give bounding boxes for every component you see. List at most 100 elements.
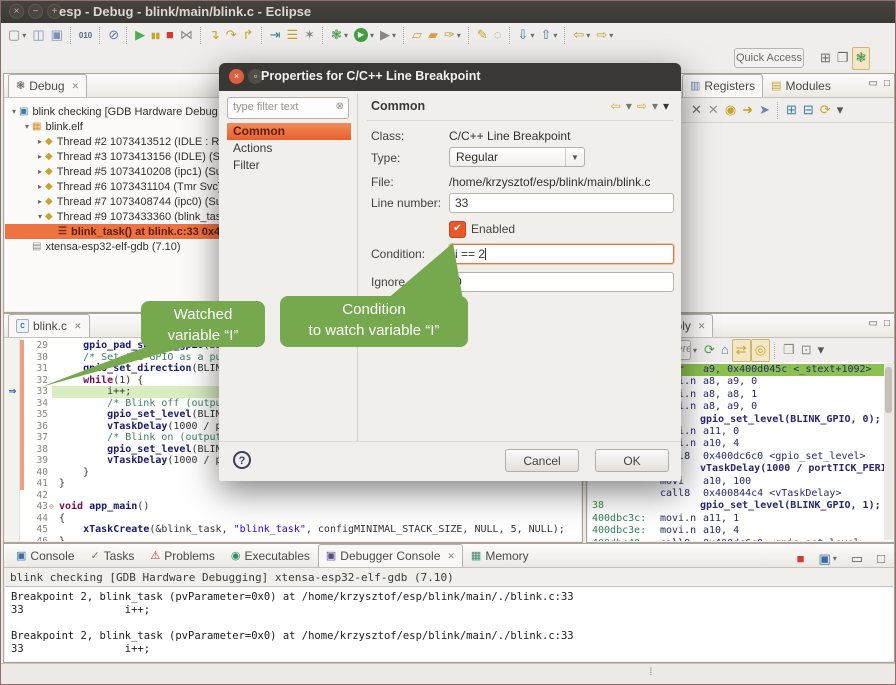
resume-button[interactable]: ▶ (132, 25, 148, 46)
instruction-stepping-button[interactable]: ⇥ (267, 25, 284, 46)
expand-toggle-icon[interactable]: ▸ (35, 197, 45, 206)
debug-perspective-button[interactable]: ❃ (852, 47, 871, 70)
dialog-nav-actions[interactable]: Actions (227, 140, 351, 157)
chevron-down-icon[interactable]: ▾ (609, 31, 613, 40)
dialog-nav-filter[interactable]: Filter (227, 157, 351, 174)
view-menu-button[interactable]: ▾ (815, 340, 828, 361)
save-button[interactable]: ◫ (29, 25, 47, 46)
condition-input[interactable]: i == 2 (449, 244, 674, 264)
close-icon[interactable]: ✕ (447, 551, 455, 562)
dialog-filter-input[interactable]: type filter text ⊗ (227, 97, 349, 119)
tab-tasks[interactable]: ✓Tasks (82, 544, 142, 567)
nav-forward-menu-icon[interactable]: ▾ (652, 99, 658, 113)
collapse-all-button[interactable]: ⊟ (800, 100, 817, 121)
open-new-view-button[interactable]: ❐ (780, 340, 798, 361)
chevron-down-icon[interactable]: ▾ (586, 31, 590, 40)
chevron-down-icon[interactable]: ▾ (530, 31, 534, 40)
terminate-console-button[interactable]: ■ (794, 548, 808, 569)
step-over-button[interactable]: ↷ (223, 25, 240, 46)
chevron-down-icon[interactable]: ▾ (22, 31, 26, 40)
import-project-button[interactable]: ▰ (425, 25, 441, 46)
view-menu-button[interactable]: ▾ (834, 100, 847, 121)
display-selected-console-button[interactable]: ▣▾ (816, 548, 840, 569)
refresh-view-button[interactable]: ⟳ (701, 340, 718, 361)
nav-back-menu-icon[interactable]: ▾ (626, 99, 632, 113)
expand-toggle-icon[interactable]: ▾ (35, 212, 45, 221)
dialog-close-button[interactable]: × (229, 69, 244, 84)
tab-debugger-console[interactable]: ▣Debugger Console✕ (318, 544, 463, 567)
remove-register-button[interactable]: ✕ (688, 100, 705, 121)
home-button[interactable]: ⌂ (718, 340, 732, 361)
tab-problems[interactable]: ⚠Problems (142, 544, 223, 567)
pointer-mode-button[interactable]: ➤ (756, 100, 773, 121)
expand-toggle-icon[interactable]: ▸ (35, 167, 45, 176)
disconnect-button[interactable]: ⋈ (177, 25, 196, 46)
cpp-perspective-button[interactable]: ❐ (834, 48, 852, 69)
external-tools-button[interactable]: ▶▾ (377, 25, 399, 46)
chevron-down-icon[interactable]: ▾ (392, 31, 396, 40)
toggle-mark-occurrences-button[interactable]: ◌ (491, 25, 505, 46)
suspend-button[interactable]: ▮▮ (148, 25, 163, 46)
location-dropdown-icon[interactable]: ▾ (693, 346, 697, 355)
nav-back-icon[interactable]: ⇦ (611, 99, 621, 113)
chevron-down-icon[interactable]: ▾ (553, 31, 557, 40)
clear-filter-icon[interactable]: ⊗ (336, 101, 344, 112)
enabled-checkbox[interactable]: ✔ (449, 221, 466, 238)
chevron-down-icon[interactable]: ▾ (344, 31, 348, 40)
skip-all-breakpoints-button[interactable]: ⊘ (105, 25, 122, 46)
tab-blink-c[interactable]: c blink.c ✕ (8, 314, 90, 337)
run-button[interactable]: ▶▾ (351, 25, 377, 46)
tab-memory[interactable]: ▦Memory (463, 544, 537, 567)
step-return-button[interactable]: ↱ (240, 25, 257, 46)
refresh-registers-button[interactable]: ⟳ (817, 100, 834, 121)
remove-all-registers-button[interactable]: ✕ (705, 100, 722, 121)
expand-toggle-icon[interactable]: ▸ (35, 152, 45, 161)
open-project-button[interactable]: ▱ (409, 25, 425, 46)
open-perspective-button[interactable]: ⊞ (817, 48, 834, 69)
minimize-view-icon[interactable]: ▭ (869, 318, 878, 329)
debug-console-button[interactable]: ☰ (283, 25, 301, 46)
expand-toggle-icon[interactable]: ▾ (22, 122, 32, 131)
minimize-view-icon[interactable]: ▭ (869, 78, 878, 89)
tab-executables[interactable]: ◉Executables (223, 544, 318, 567)
back-button[interactable]: ⇦▾ (570, 25, 593, 46)
statusbar-grip[interactable]: ⁞⁞ (649, 667, 651, 678)
forward-button[interactable]: ⇨▾ (593, 25, 616, 46)
window-close-button[interactable]: × (9, 4, 24, 19)
step-into-button[interactable]: ↴ (206, 25, 223, 46)
pin-editor-button[interactable]: ⇧▾ (537, 25, 560, 46)
debug-button[interactable]: ❃▾ (328, 25, 351, 46)
chevron-down-icon[interactable]: ▾ (833, 554, 837, 563)
tab-console[interactable]: ▣Console (8, 544, 82, 567)
console-output[interactable]: Breakpoint 2, blink_task (pvParameter=0x… (5, 586, 893, 661)
expand-toggle-icon[interactable]: ▾ (9, 107, 19, 116)
help-button[interactable]: ? (233, 451, 251, 469)
maximize-view-icon[interactable]: □ (884, 318, 890, 329)
chevron-down-icon[interactable]: ▾ (370, 31, 374, 40)
view-menu-icon[interactable]: ▾ (663, 99, 669, 113)
close-icon[interactable]: ✕ (698, 321, 706, 332)
new-button[interactable]: ▢▾ (5, 25, 29, 46)
expand-all-button[interactable]: ⊞ (783, 100, 800, 121)
last-edit-location-button[interactable]: ⇩▾ (515, 25, 538, 46)
ignore-count-input[interactable]: 0 (449, 272, 674, 292)
fold-toggle-icon[interactable]: ⊖ (49, 501, 54, 513)
minimize-view-button[interactable]: ▭ (848, 548, 866, 569)
binary-file-button[interactable]: 010 (76, 25, 95, 46)
track-expression-button[interactable]: ◎ (751, 339, 770, 362)
add-register-group-button[interactable]: ➜ (739, 100, 756, 121)
type-dropdown[interactable]: Regular ▼ (449, 147, 585, 167)
chevron-down-icon[interactable]: ▾ (457, 31, 461, 40)
nav-forward-icon[interactable]: ⇨ (637, 99, 647, 113)
ok-button[interactable]: OK (595, 449, 669, 472)
tab-modules[interactable]: ▤ Modules (763, 74, 839, 97)
tab-registers[interactable]: ▥ Registers (682, 74, 763, 97)
pin-view-button[interactable]: ⊡ (798, 340, 815, 361)
line-number-input[interactable]: 33 (449, 193, 674, 213)
maximize-view-button[interactable]: □ (874, 548, 888, 569)
tab-debug[interactable]: ❃ Debug ✕ (8, 74, 87, 97)
sync-active-context-button[interactable]: ⇄ (732, 339, 751, 362)
cancel-button[interactable]: Cancel (505, 449, 579, 472)
quick-access-button[interactable]: Quick Access (734, 48, 804, 68)
expand-toggle-icon[interactable]: ▸ (35, 137, 45, 146)
